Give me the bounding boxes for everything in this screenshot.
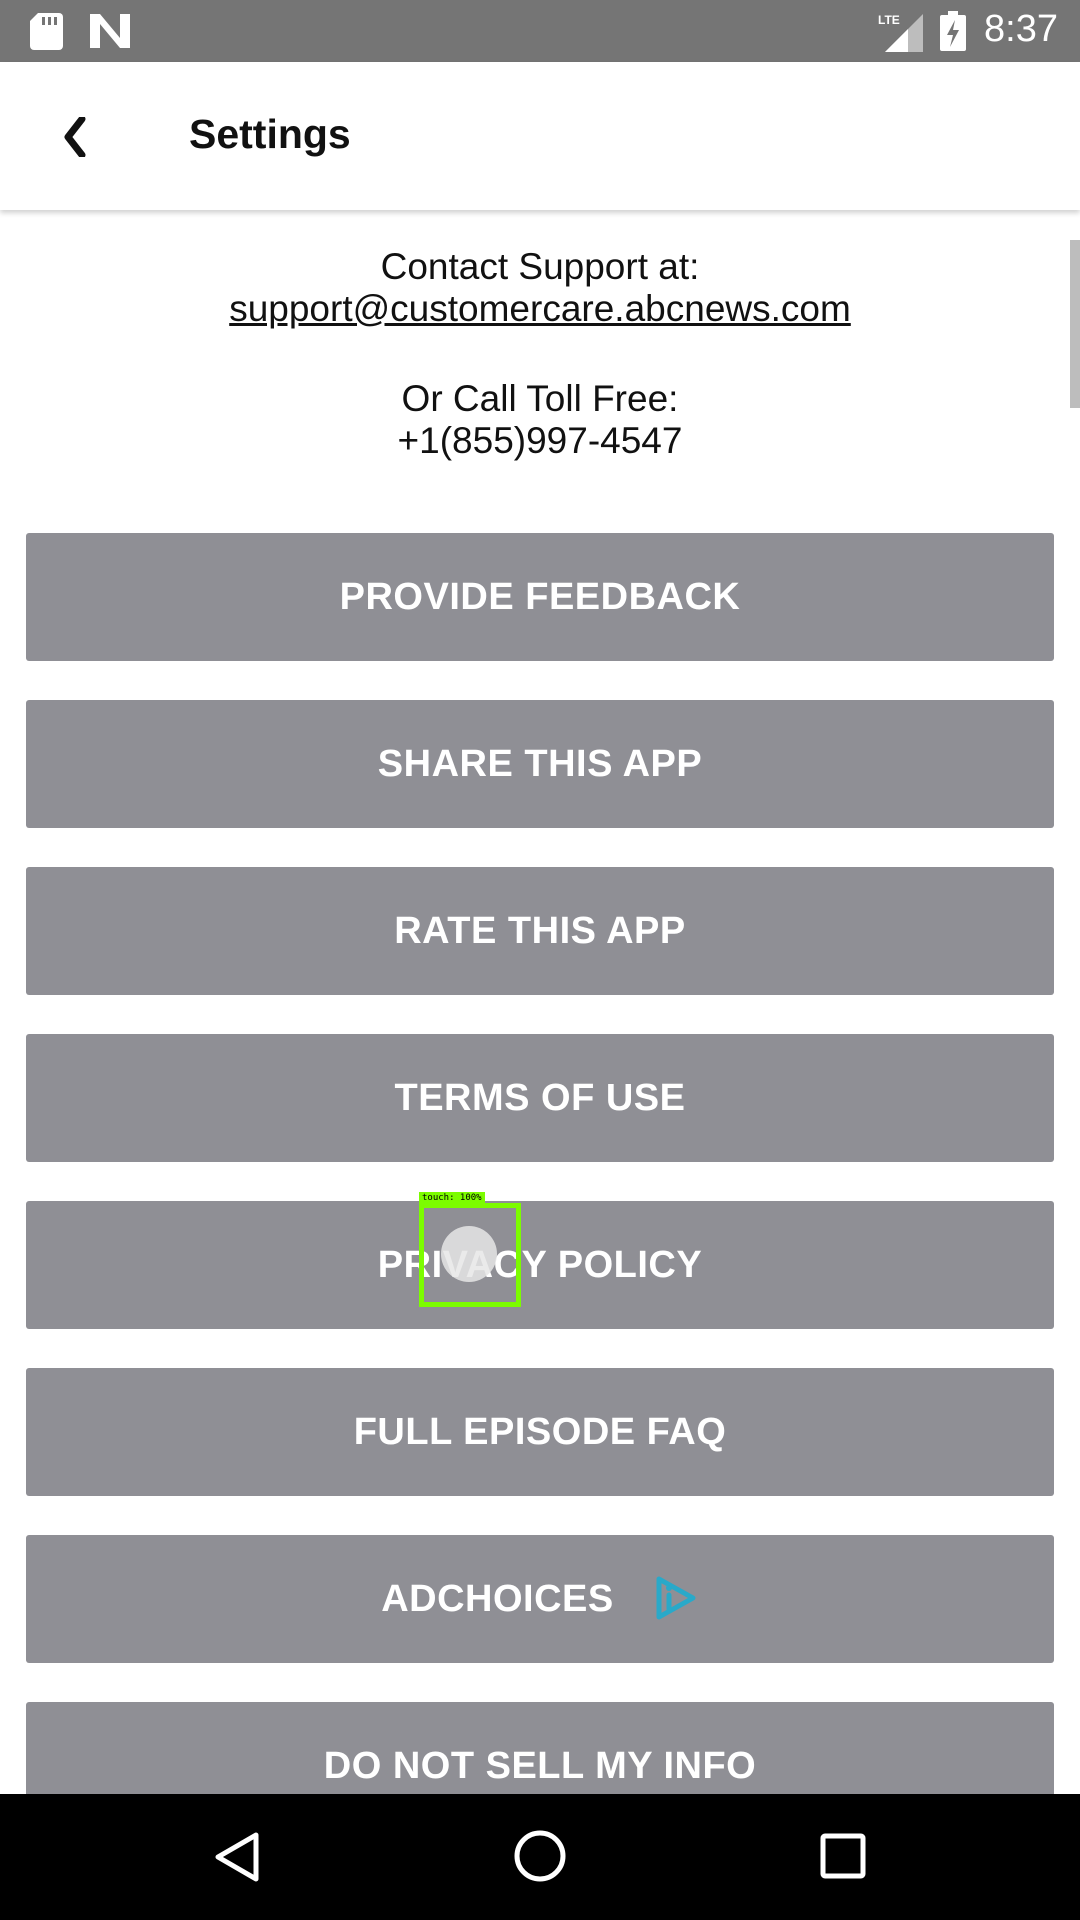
nav-home-icon[interactable] (513, 1829, 567, 1883)
rate-this-app-button[interactable]: RATE THIS APP (26, 867, 1054, 995)
svg-text:LTE: LTE (878, 13, 900, 27)
call-label: Or Call Toll Free: (401, 378, 679, 419)
battery-charging-icon (940, 11, 966, 51)
lte-signal-icon: LTE (878, 13, 923, 52)
do-not-sell-my-info-button[interactable]: DO NOT SELL MY INFO (26, 1702, 1054, 1794)
privacy-policy-button[interactable]: PRIVACY POLICY (26, 1201, 1054, 1329)
adchoices-button[interactable]: ADCHOICES (26, 1535, 1054, 1663)
button-label: PROVIDE FEEDBACK (339, 576, 741, 618)
app-bar: Settings (0, 62, 1080, 210)
nav-back-icon[interactable] (212, 1831, 262, 1883)
support-email-link[interactable]: support@customercare.abcnews.com (229, 288, 851, 329)
button-label: RATE THIS APP (394, 910, 686, 952)
button-label: SHARE THIS APP (377, 743, 703, 785)
settings-content[interactable]: Contact Support at: support@customercare… (0, 210, 1080, 1794)
touch-indicator-box (419, 1203, 521, 1307)
nav-recents-icon[interactable] (820, 1833, 866, 1879)
chevron-left-icon (64, 115, 86, 159)
notification-n-icon (90, 14, 130, 48)
button-label: FULL EPISODE FAQ (353, 1411, 727, 1453)
sd-card-icon (30, 13, 63, 50)
navigation-bar (0, 1794, 1080, 1920)
clock: 8:37 (984, 8, 1058, 50)
terms-of-use-button[interactable]: TERMS OF USE (26, 1034, 1054, 1162)
share-this-app-button[interactable]: SHARE THIS APP (26, 700, 1054, 828)
button-label: TERMS OF USE (394, 1077, 686, 1119)
contact-support-label: Contact Support at: (380, 246, 700, 287)
adchoices-icon (656, 1576, 696, 1620)
button-label: ADCHOICES (381, 1578, 614, 1620)
back-button[interactable] (50, 110, 100, 164)
provide-feedback-button[interactable]: PROVIDE FEEDBACK (26, 533, 1054, 661)
button-label: DO NOT SELL MY INFO (323, 1745, 757, 1787)
status-bar: LTE 8:37 (0, 0, 1080, 62)
page-title: Settings (189, 111, 351, 157)
full-episode-faq-button[interactable]: FULL EPISODE FAQ (26, 1368, 1054, 1496)
phone-number-link[interactable]: +1(855)997-4547 (398, 420, 683, 461)
contact-section: Contact Support at: support@customercare… (0, 246, 1080, 462)
